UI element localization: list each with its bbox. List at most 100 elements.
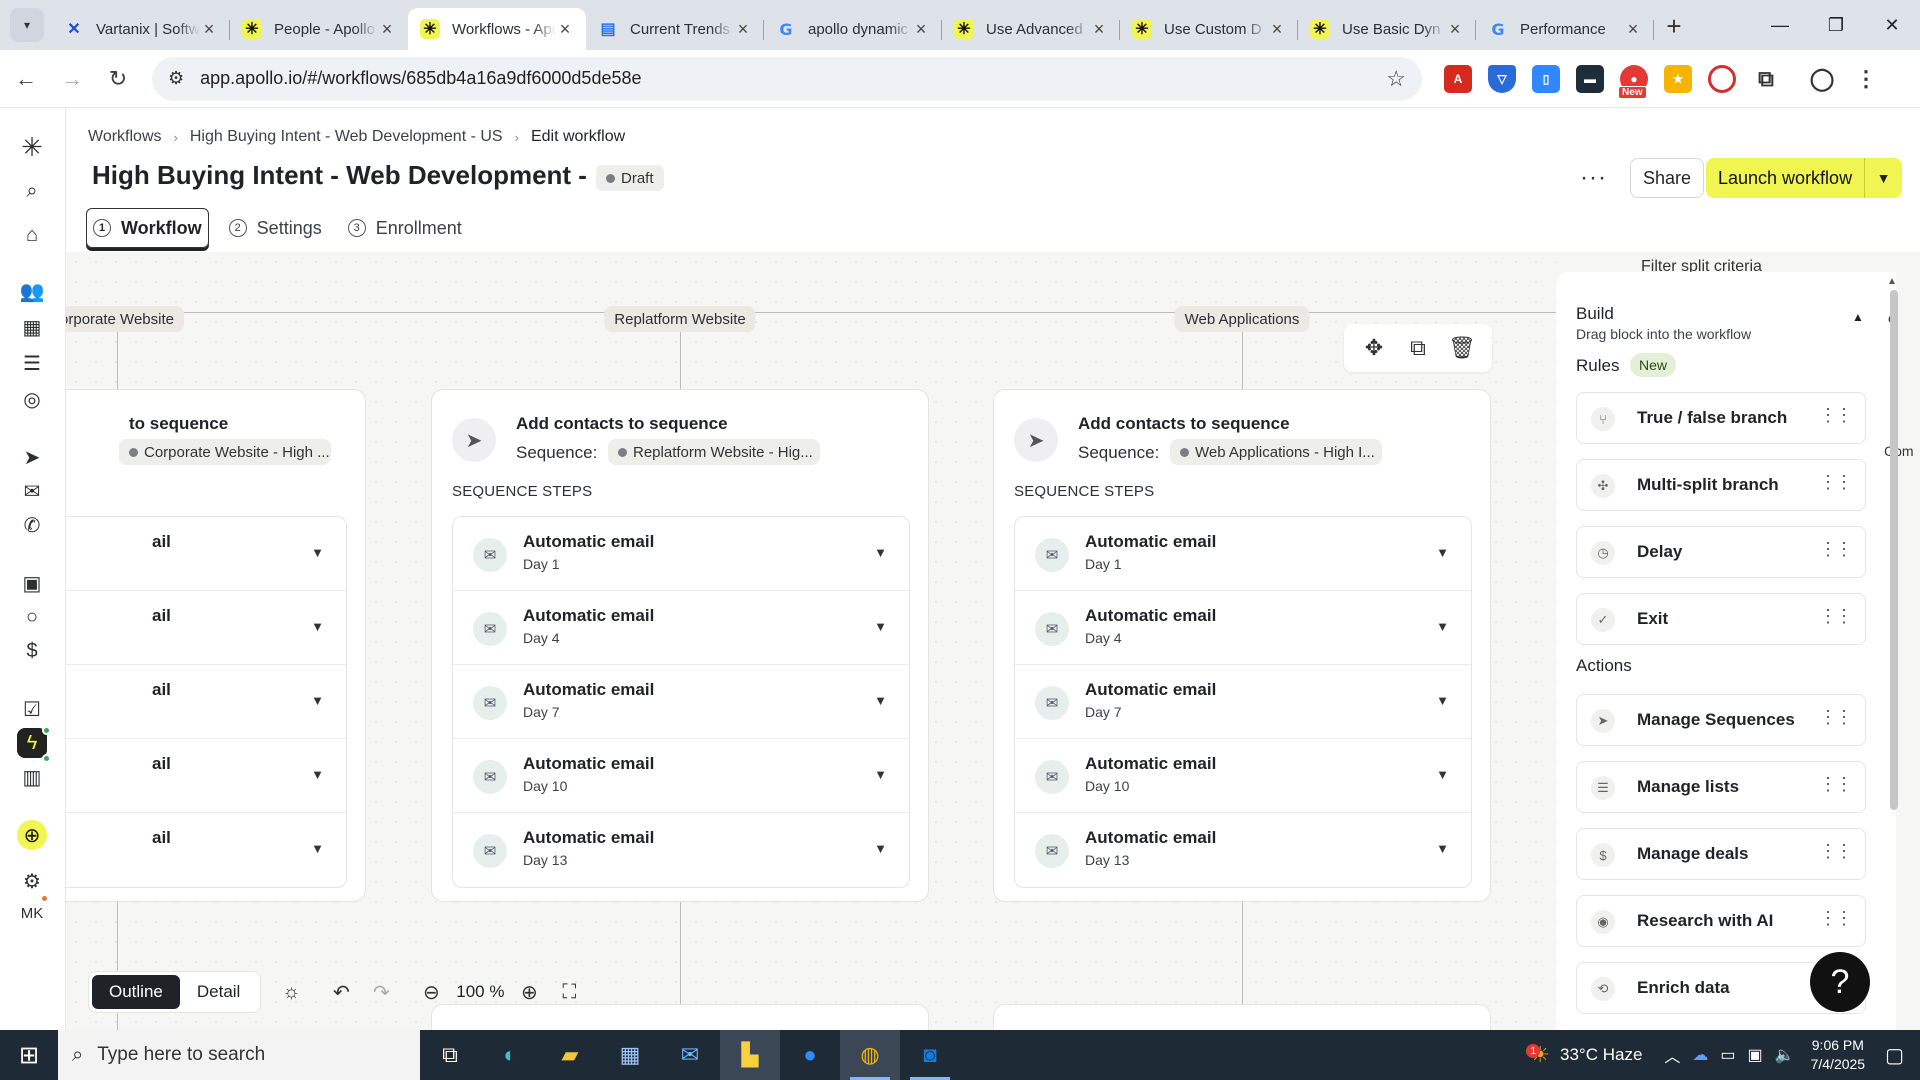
drag-handle-icon[interactable]: ⋮⋮ bbox=[1819, 841, 1853, 862]
restore-icon[interactable]: ❐ bbox=[1808, 0, 1864, 50]
chevron-down-icon[interactable]: ▼ bbox=[874, 693, 887, 708]
document-extension-icon[interactable]: ▯ bbox=[1532, 64, 1560, 93]
zoom-in-icon[interactable]: ⊕ bbox=[509, 972, 549, 1012]
send-icon[interactable]: ➤ bbox=[17, 442, 47, 472]
panel-scrollbar[interactable] bbox=[1890, 290, 1898, 810]
sequence-step[interactable]: ✉ail▼ bbox=[66, 739, 346, 813]
close-tab-icon[interactable]: × bbox=[1624, 19, 1642, 40]
trash-icon[interactable]: 🗑 bbox=[1440, 335, 1484, 361]
sequence-step[interactable]: ✉ail▼ bbox=[66, 665, 346, 739]
collapse-caret-icon[interactable]: ▲ bbox=[1852, 310, 1864, 324]
sticky-notes-icon[interactable]: ▙ bbox=[720, 1030, 780, 1080]
duplicate-icon[interactable]: ⧉ bbox=[1396, 335, 1440, 361]
browser-tab-active[interactable]: ✳ Workflows - Apollo × bbox=[408, 8, 586, 50]
companies-icon[interactable]: ▦ bbox=[17, 312, 47, 342]
workflows-lightning-icon[interactable]: ϟ bbox=[17, 726, 51, 758]
browser-tab[interactable]: ✳ Use Custom D × bbox=[1120, 8, 1298, 50]
lightbulb-icon[interactable]: ☼ bbox=[271, 972, 311, 1012]
store-icon[interactable]: ▦ bbox=[600, 1030, 660, 1080]
share-button[interactable]: Share bbox=[1630, 158, 1705, 198]
new-tab-button[interactable]: + bbox=[1654, 6, 1694, 46]
sequence-step[interactable]: ✉ Automatic email Day 7 ▼ bbox=[1015, 665, 1471, 739]
clock[interactable]: 9:06 PM 7/4/2025 bbox=[1811, 1036, 1866, 1074]
sequence-step[interactable]: ✉ail▼ bbox=[66, 813, 346, 887]
file-explorer-icon[interactable]: ▰ bbox=[540, 1030, 600, 1080]
chevron-up-icon[interactable]: ︿ bbox=[1664, 1043, 1680, 1067]
chevron-down-icon[interactable]: ▼ bbox=[311, 841, 324, 856]
calendar-icon[interactable]: ▣ bbox=[17, 568, 47, 598]
chevron-down-icon[interactable]: ▼ bbox=[874, 767, 887, 782]
search-icon[interactable]: ⌕ bbox=[17, 176, 47, 206]
browser-tab[interactable]: ▤ Current Trends × bbox=[586, 8, 764, 50]
sequence-pill[interactable]: Replatform Website - Hig... bbox=[608, 439, 820, 465]
close-window-icon[interactable]: ✕ bbox=[1864, 0, 1920, 50]
tab-settings[interactable]: 2 Settings bbox=[223, 208, 328, 248]
edge-browser-icon[interactable]: ◐ bbox=[480, 1030, 540, 1080]
close-tab-icon[interactable]: × bbox=[734, 19, 752, 40]
sequence-action-card[interactable]: ➤ Add contacts to sequence Sequence: Rep… bbox=[431, 389, 929, 902]
drag-handle-icon[interactable]: ⋮⋮ bbox=[1819, 472, 1853, 493]
drag-handle-icon[interactable]: ⋮⋮ bbox=[1819, 606, 1853, 627]
onedrive-icon[interactable]: ☁ bbox=[1692, 1045, 1708, 1065]
sequence-step[interactable]: ✉ail▼ bbox=[66, 591, 346, 665]
star-extension-icon[interactable]: ★ bbox=[1664, 64, 1692, 93]
tab-workflow[interactable]: 1 Workflow bbox=[86, 208, 209, 248]
chevron-down-icon[interactable]: ▼ bbox=[1864, 158, 1903, 198]
branch-label[interactable]: Replatform Website bbox=[604, 306, 756, 332]
tab-enrollment[interactable]: 3 Enrollment bbox=[342, 208, 468, 248]
chevron-down-icon[interactable]: ▼ bbox=[1436, 693, 1449, 708]
settings-gear-icon[interactable]: ⚙ bbox=[17, 866, 47, 896]
site-settings-icon[interactable]: ⚙ bbox=[168, 68, 184, 89]
sequence-step[interactable]: ✉ Automatic email Day 7 ▼ bbox=[453, 665, 909, 739]
chevron-down-icon[interactable]: ▼ bbox=[1436, 841, 1449, 856]
zoom-app-icon[interactable]: ● bbox=[780, 1030, 840, 1080]
block-manage-sequences[interactable]: ➤ Manage Sequences ⋮⋮ bbox=[1576, 694, 1866, 746]
apollo-logo-icon[interactable]: ✳ bbox=[17, 132, 47, 162]
wallet-extension-icon[interactable]: ▬ bbox=[1576, 64, 1604, 93]
help-button[interactable]: ? bbox=[1810, 952, 1870, 1012]
close-tab-icon[interactable]: × bbox=[1268, 19, 1286, 40]
browser-tab[interactable]: ✳ People - Apollo × bbox=[230, 8, 408, 50]
profile-icon[interactable]: ◯ bbox=[1808, 65, 1836, 93]
pokeball-extension-icon[interactable] bbox=[1708, 64, 1736, 93]
prospecting-icon[interactable]: ◎ bbox=[17, 384, 47, 414]
close-tab-icon[interactable]: × bbox=[912, 19, 930, 40]
sequence-step[interactable]: ✉ Automatic email Day 10 ▼ bbox=[1015, 739, 1471, 813]
forward-arrow-icon[interactable]: → bbox=[52, 59, 92, 99]
browser-tab[interactable]: ✳ Use Advanced × bbox=[942, 8, 1120, 50]
block-delay[interactable]: ◷ Delay ⋮⋮ bbox=[1576, 526, 1866, 578]
tasks-icon[interactable]: ☑ bbox=[17, 694, 47, 724]
user-avatar[interactable]: MK bbox=[17, 894, 49, 928]
chevron-down-icon[interactable]: ▼ bbox=[311, 545, 324, 560]
sequence-step[interactable]: ✉ Automatic email Day 4 ▼ bbox=[453, 591, 909, 665]
browser-tab[interactable]: G apollo dynamic × bbox=[764, 8, 942, 50]
browser-tab[interactable]: G Performance × bbox=[1476, 8, 1654, 50]
tab-search-button[interactable]: ▾ bbox=[10, 8, 44, 42]
page-title[interactable]: High Buying Intent - Web Development - .… bbox=[92, 160, 616, 191]
notifications-icon[interactable]: ▢ bbox=[1885, 1043, 1904, 1068]
breadcrumb-workflow-name[interactable]: High Buying Intent - Web Development - U… bbox=[190, 128, 503, 146]
weather-widget[interactable]: ☀ 1 33°C Haze bbox=[1516, 1042, 1642, 1068]
sequence-pill[interactable]: Web Applications - High I... bbox=[1170, 439, 1382, 465]
sequence-step[interactable]: ✉ Automatic email Day 1 ▼ bbox=[453, 517, 909, 591]
chevron-down-icon[interactable]: ▼ bbox=[311, 619, 324, 634]
back-arrow-icon[interactable]: ← bbox=[6, 59, 46, 99]
close-tab-icon[interactable]: × bbox=[200, 19, 218, 40]
taskbar-search-input[interactable]: ⌕ Type here to search bbox=[58, 1030, 420, 1080]
drag-handle-icon[interactable]: ⋮⋮ bbox=[1819, 908, 1853, 929]
chevron-down-icon[interactable]: ▼ bbox=[874, 841, 887, 856]
browser-tab[interactable]: ✕ Vartanix | Software × bbox=[52, 8, 230, 50]
shield-extension-icon[interactable]: ▽ bbox=[1488, 64, 1516, 93]
add-user-icon[interactable]: ⊕ bbox=[17, 820, 47, 850]
drag-handle-icon[interactable]: ⋮⋮ bbox=[1819, 405, 1853, 426]
branch-label[interactable]: orporate Website bbox=[66, 306, 184, 332]
move-icon[interactable]: ✥ bbox=[1352, 335, 1396, 361]
sequence-step[interactable]: ✉ Automatic email Day 1 ▼ bbox=[1015, 517, 1471, 591]
drag-handle-icon[interactable]: ⋮⋮ bbox=[1819, 774, 1853, 795]
people-icon[interactable]: 👥 bbox=[17, 276, 47, 306]
launch-workflow-button[interactable]: Launch workflow bbox=[1706, 158, 1865, 198]
close-tab-icon[interactable]: × bbox=[1090, 19, 1108, 40]
conversations-icon[interactable]: ○ bbox=[17, 602, 47, 632]
fit-screen-icon[interactable]: ⛶ bbox=[549, 972, 589, 1012]
branch-label[interactable]: Web Applications bbox=[1174, 306, 1310, 332]
